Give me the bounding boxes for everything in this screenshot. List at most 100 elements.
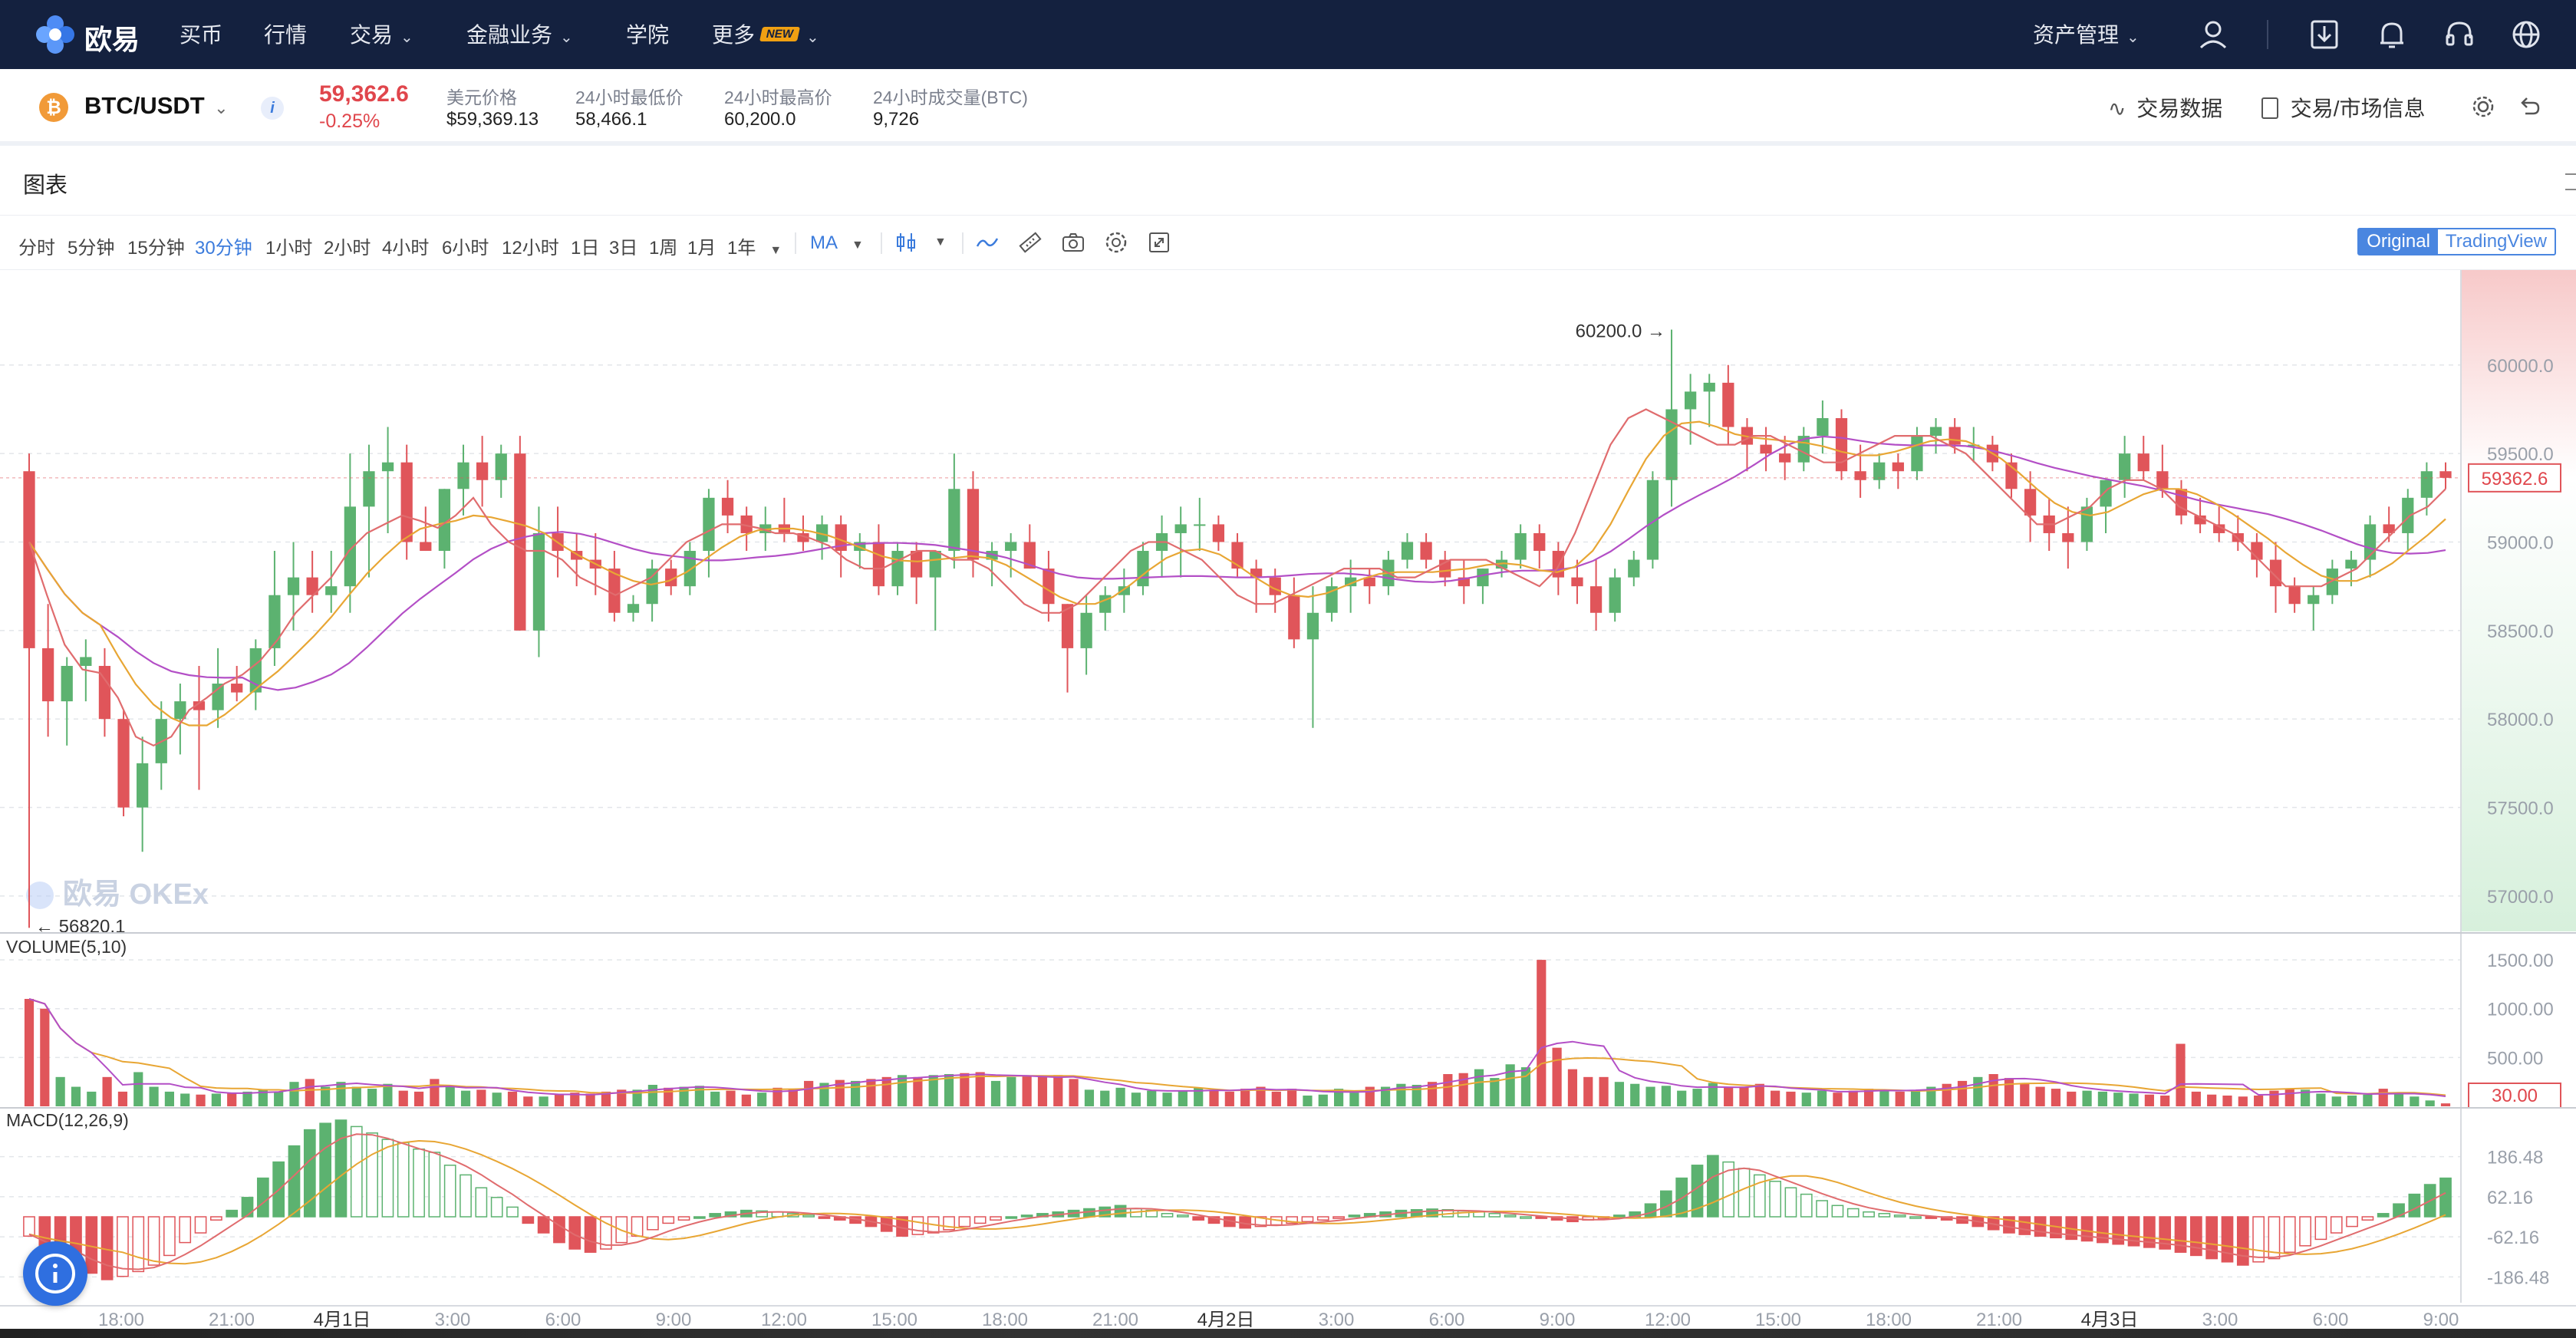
- line-indicator-icon[interactable]: [974, 229, 1000, 255]
- timeframe-6h[interactable]: 6小时: [442, 232, 489, 259]
- trade-data-button[interactable]: ∿ 交易数据: [2108, 92, 2222, 123]
- volume-bar: [24, 999, 35, 1106]
- timeframe-1d[interactable]: 1日: [571, 232, 599, 259]
- fullscreen-expand-icon[interactable]: [1146, 229, 1172, 255]
- candle-body: [872, 542, 885, 587]
- timeframe-1h[interactable]: 1小时: [265, 232, 312, 259]
- price-tick-label: 60000.0: [2487, 356, 2554, 377]
- timeframe-2h[interactable]: 2小时: [324, 232, 371, 259]
- chart-canvas[interactable]: 欧易 OKEx 60200.0 → ← 56820.1 59362.6 VOLUME…: [0, 270, 2576, 1329]
- usd-price-label: 美元价格: [446, 87, 517, 107]
- volume-bar: [1973, 1076, 1983, 1106]
- undo-icon[interactable]: [2516, 94, 2542, 120]
- candlestick-type-icon[interactable]: [893, 229, 919, 255]
- price-tick-label: 59000.0: [2487, 532, 2554, 553]
- volume-bar: [1537, 960, 1547, 1106]
- candle-body: [1080, 612, 1092, 648]
- time-axis-label: 18:00: [982, 1310, 1028, 1329]
- info-help-button[interactable]: [23, 1241, 87, 1306]
- headset-support-icon[interactable]: [2440, 15, 2479, 54]
- volume-bar: [87, 1091, 97, 1106]
- timeframe-1w[interactable]: 1周: [649, 232, 677, 259]
- volume-bar: [2393, 1092, 2404, 1106]
- time-axis-label: 3:00: [2202, 1310, 2238, 1329]
- volume-bar: [2067, 1091, 2077, 1106]
- info-icon[interactable]: i: [261, 97, 284, 120]
- volume-bar: [710, 1091, 720, 1106]
- timeframe-1mo[interactable]: 1月: [687, 232, 716, 259]
- timeframe-1y[interactable]: 1年 ▼: [727, 232, 782, 259]
- globe-language-icon[interactable]: [2507, 15, 2545, 54]
- candle-body: [2326, 568, 2338, 595]
- settings-gear-icon[interactable]: [2470, 94, 2496, 120]
- okx-logo-icon: [36, 15, 74, 54]
- timeframe-4h[interactable]: 4小时: [382, 232, 429, 259]
- macd-histogram-bar: [2361, 1216, 2374, 1221]
- timeframe-3d[interactable]: 3日: [609, 232, 637, 259]
- macd-histogram-bar: [2221, 1216, 2234, 1263]
- timeframe-30m[interactable]: 30分钟: [195, 232, 252, 259]
- volume-bar: [492, 1092, 502, 1106]
- camera-screenshot-icon[interactable]: [1060, 229, 1086, 255]
- volume-bar: [1318, 1094, 1328, 1106]
- volume-bar: [2097, 1091, 2107, 1106]
- price-change: -0.25%: [319, 110, 380, 132]
- macd-histogram-bar: [2236, 1216, 2249, 1266]
- timeframe-15m[interactable]: 15分钟: [127, 232, 185, 259]
- timeframe-12h[interactable]: 12小时: [502, 232, 559, 259]
- candle-body: [1174, 524, 1187, 533]
- watermark: 欧易 OKEx: [26, 878, 209, 911]
- macd-histogram-bar: [677, 1216, 690, 1221]
- notification-bell-icon[interactable]: [2373, 15, 2411, 54]
- caret-down-icon[interactable]: ▼: [934, 236, 947, 249]
- indicator-selector[interactable]: MA ▼: [810, 232, 864, 254]
- volume-tick-label: 500.00: [2487, 1048, 2543, 1069]
- candle-body: [1194, 524, 1206, 526]
- chart-settings-gear-icon[interactable]: [1103, 229, 1129, 255]
- nav-finance[interactable]: 金融业务 ⌄: [466, 18, 573, 49]
- high-price-marker: 60200.0 →: [1576, 321, 1665, 342]
- macd-histogram-bar: [1893, 1214, 1906, 1218]
- volume-bar: [2113, 1092, 2123, 1106]
- download-icon[interactable]: [2305, 15, 2344, 54]
- view-original-button[interactable]: Original: [2359, 229, 2438, 254]
- view-tradingview-button[interactable]: TradingView: [2438, 229, 2555, 254]
- macd-histogram-bar: [256, 1177, 269, 1218]
- timeframe-5m[interactable]: 5分钟: [68, 232, 114, 259]
- volume-bar: [1771, 1090, 1780, 1106]
- macd-histogram-bar: [2283, 1216, 2296, 1253]
- timeframe-tick[interactable]: 分时: [18, 232, 55, 259]
- candle-body: [212, 684, 224, 710]
- pair-selector[interactable]: BTC/USDT ⌄: [84, 92, 229, 120]
- ruler-drawing-icon[interactable]: [1017, 229, 1043, 255]
- volume-bar: [1240, 1089, 1250, 1106]
- macd-histogram-bar: [584, 1216, 597, 1253]
- volume-bar: [1115, 1087, 1125, 1106]
- macd-histogram-bar: [366, 1132, 378, 1218]
- nav-trade[interactable]: 交易 ⌄: [350, 18, 413, 49]
- nav-academy[interactable]: 学院: [626, 18, 669, 49]
- volume-bar: [2238, 1096, 2248, 1106]
- volume-bar: [2191, 1091, 2201, 1106]
- volume-bar: [413, 1091, 424, 1106]
- nav-markets[interactable]: 行情: [264, 18, 307, 49]
- candle-body: [1571, 577, 1583, 587]
- panel-menu-icon[interactable]: [2565, 173, 2576, 190]
- low-price-marker: ← 56820.1: [35, 916, 125, 937]
- volume-bar: [2035, 1086, 2045, 1106]
- time-axis-label: 15:00: [871, 1310, 917, 1329]
- candle-body: [1722, 382, 1734, 427]
- candle-body: [1854, 471, 1866, 480]
- volume-bar: [1754, 1083, 1764, 1106]
- brand-logo[interactable]: 欧易: [34, 13, 172, 56]
- price-markers: 60200.0 → ← 56820.1 59362.6: [0, 321, 2561, 937]
- macd-histogram-bar: [288, 1145, 301, 1218]
- trade-data-label: 交易数据: [2136, 97, 2223, 120]
- user-icon[interactable]: [2194, 15, 2232, 54]
- time-axis-label: 21:00: [1092, 1310, 1138, 1329]
- nav-buy-crypto[interactable]: 买币: [180, 18, 222, 49]
- candle-body: [1420, 542, 1432, 560]
- nav-asset-management[interactable]: 资产管理 ⌄: [2033, 18, 2140, 49]
- nav-more[interactable]: 更多 NEW ⌄: [712, 18, 819, 49]
- market-info-button[interactable]: 交易/市场信息: [2261, 92, 2426, 123]
